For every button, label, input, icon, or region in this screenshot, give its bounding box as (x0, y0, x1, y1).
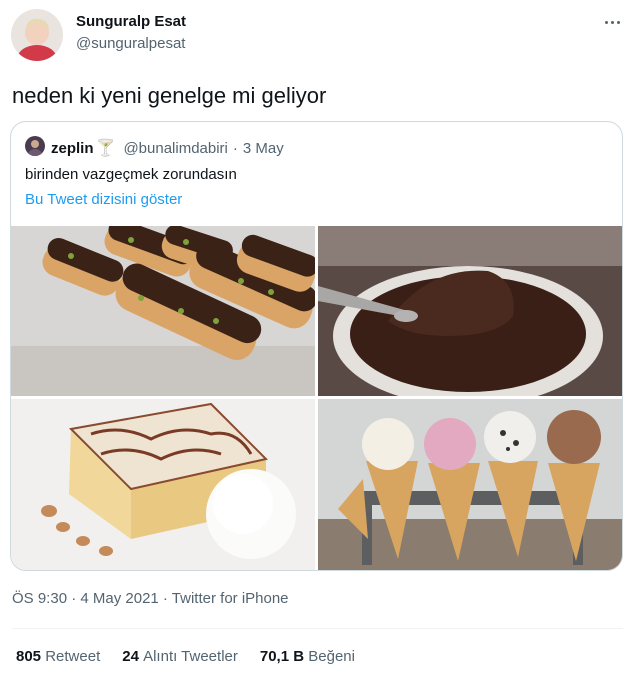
eclair-dessert-image[interactable] (11, 226, 315, 396)
show-thread-link[interactable]: Bu Tweet dizisini göster (25, 191, 182, 208)
quoted-tweet[interactable]: zeplin 🍸 @bunalimdabiri · 3 May birinden… (10, 121, 623, 571)
retweet-label: Retweet (45, 648, 101, 665)
quoted-author-handle[interactable]: @bunalimdabiri (123, 140, 227, 157)
author-handle[interactable]: @sunguralpesat (76, 35, 185, 52)
quoted-date[interactable]: 3 May (243, 140, 284, 157)
tweet-stats: 805 Retweet 24 Alıntı Tweetler 70,1 B Be… (16, 648, 355, 665)
retweet-count: 805 (16, 648, 46, 665)
chocolate-lava-cake-image[interactable] (318, 226, 622, 396)
media-grid (11, 226, 622, 570)
more-dots-icon[interactable] (602, 12, 622, 32)
tweet-text: neden ki yeni genelge mi geliyor (12, 83, 327, 108)
quote-tweets-count: 24 (122, 648, 144, 665)
quoted-avatar[interactable] (25, 136, 45, 156)
author-name[interactable]: Sunguralp Esat (76, 13, 186, 30)
quote-tweets-stat[interactable]: 24 Alıntı Tweetler (122, 648, 238, 665)
quoted-text: birinden vazgeçmek zorundasın (25, 166, 237, 183)
cocktail-icon: 🍸 (95, 140, 116, 157)
divider (12, 628, 623, 629)
author-avatar[interactable] (11, 9, 63, 61)
tweet-timestamp[interactable]: ÖS 9:30 · 4 May 2021 · Twitter for iPhon… (12, 590, 289, 607)
quote-tweets-label: Alıntı Tweetler (143, 648, 238, 665)
trilece-cake-image[interactable] (11, 399, 315, 570)
quoted-author-name[interactable]: zeplin (51, 140, 94, 157)
likes-stat[interactable]: 70,1 B Beğeni (260, 648, 355, 665)
likes-count: 70,1 B (259, 648, 309, 665)
retweet-stat[interactable]: 805 Retweet (16, 648, 100, 665)
separator-dot: · (232, 139, 238, 157)
ice-cream-cones-image[interactable] (318, 399, 622, 570)
quoted-header: zeplin 🍸 @bunalimdabiri · 3 May (51, 138, 284, 158)
likes-label: Beğeni (308, 648, 355, 665)
